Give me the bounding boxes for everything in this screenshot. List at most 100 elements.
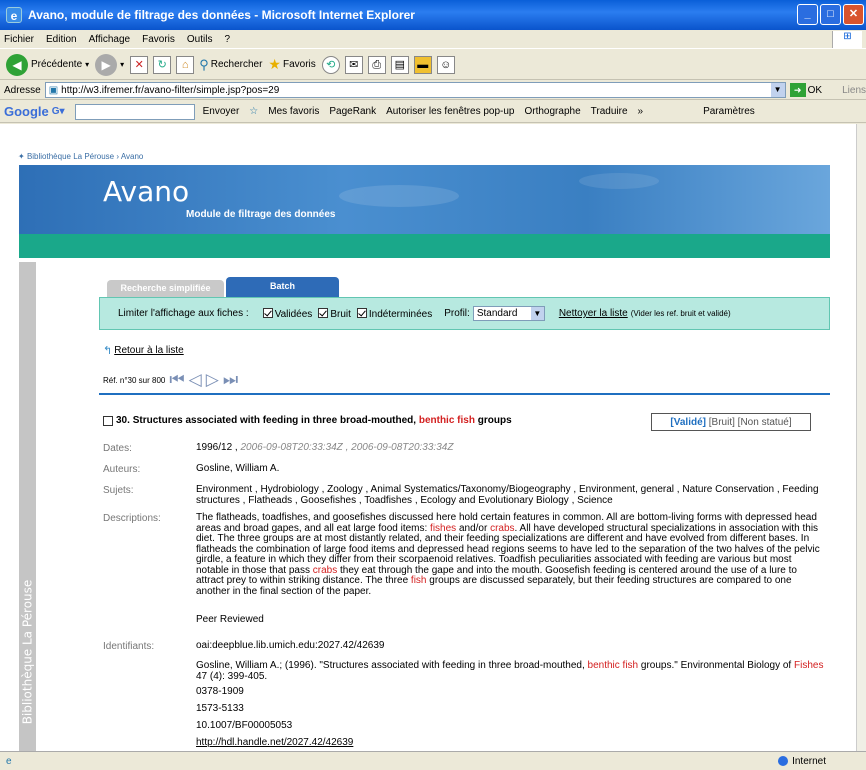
page-content: ✦ Bibliothèque La Pérouse › Avano Avano … [0, 124, 856, 751]
google-send-button[interactable]: Envoyer [203, 106, 240, 117]
google-g-icon[interactable]: G▾ [52, 106, 65, 117]
window-titlebar: e Avano, module de filtrage des données … [0, 0, 866, 30]
back-to-list[interactable]: ↰ Retour à la liste [103, 344, 184, 357]
citation-text: groups." Environmental Biology of [640, 660, 792, 671]
minimize-button[interactable]: _ [797, 4, 818, 25]
back-dropdown-icon[interactable]: ▾ [85, 60, 89, 69]
search-button[interactable]: ⚲ Rechercher [199, 57, 262, 73]
close-button[interactable]: ✕ [843, 4, 864, 25]
banner-decoration [579, 173, 659, 189]
folder-icon[interactable]: ▬ [413, 55, 432, 74]
status-none-link[interactable]: [Non statué] [738, 417, 792, 428]
mail-icon[interactable]: ✉ [344, 55, 363, 74]
banner-green-bar [19, 234, 830, 258]
filter-label: Limiter l'affichage aux fiches : [118, 308, 249, 319]
tab-batch[interactable]: Batch [226, 277, 339, 297]
filter-bruit[interactable]: Bruit [318, 307, 351, 320]
print-icon[interactable]: ⎙ [367, 55, 386, 74]
first-record-icon[interactable]: ⏮ [169, 370, 184, 390]
pagerank-button[interactable]: PageRank [329, 106, 376, 117]
clean-list-link[interactable]: Nettoyer la liste [559, 308, 628, 319]
previous-record-icon[interactable]: ◁ [189, 370, 202, 390]
zone-label: Internet [792, 755, 826, 767]
search-icon: ⚲ [199, 56, 209, 72]
checkbox-checked-icon[interactable] [262, 307, 273, 318]
breadcrumb-separator-icon: › [116, 152, 120, 161]
profil-select[interactable]: Standard ▼ [472, 306, 545, 321]
menu-affichage[interactable]: Affichage [89, 34, 131, 45]
chevron-right-icon[interactable]: » [638, 106, 644, 117]
subjects-label: Sujets: [103, 485, 134, 496]
breadcrumb-library[interactable]: Bibliothèque La Pérouse [27, 152, 114, 161]
next-record-icon[interactable]: ▷ [206, 370, 219, 390]
settings-button[interactable]: Paramètres [703, 106, 755, 117]
vertical-scrollbar[interactable] [856, 124, 866, 751]
back-label: Précédente [31, 59, 83, 70]
tab-simple-search[interactable]: Recherche simplifiée [107, 280, 224, 297]
google-logo[interactable]: Google [4, 104, 49, 119]
citation: Gosline, William A.; (1996). "Structures… [196, 660, 827, 682]
record-checkbox[interactable] [103, 415, 113, 426]
filter-validees-label: Validées [274, 308, 313, 320]
links-label[interactable]: Liens [842, 85, 866, 96]
checkbox-checked-icon[interactable] [356, 307, 367, 318]
spellcheck-button[interactable]: Orthographe [524, 106, 580, 117]
record-title-highlight: benthic fish [418, 415, 475, 426]
address-label: Adresse [4, 84, 41, 96]
google-bookmarks-button[interactable]: Mes favoris [268, 106, 319, 117]
desc-highlight: fish [410, 575, 427, 586]
menu-edition[interactable]: Edition [46, 34, 77, 45]
divider [99, 393, 830, 395]
dates-extra: 2006-09-08T20:33:34Z , 2006-09-08T20:33:… [240, 442, 454, 453]
popup-blocker-button[interactable]: Autoriser les fenêtres pop-up [386, 106, 514, 117]
banner-decoration [339, 185, 459, 207]
forward-dropdown-icon[interactable]: ▾ [120, 60, 124, 69]
maximize-button[interactable]: □ [820, 4, 841, 25]
stop-icon[interactable]: ✕ [130, 55, 149, 74]
filter-indeterminees[interactable]: Indéterminées [356, 307, 432, 320]
refresh-icon[interactable]: ↻ [153, 55, 172, 74]
banner-subtitle: Module de filtrage des données [186, 209, 336, 220]
left-side-bar: Bibliothèque La Pérouse [19, 262, 36, 751]
history-icon[interactable]: ⟲ [321, 55, 340, 74]
google-search-input[interactable] [74, 103, 195, 120]
authors-value: Gosline, William A. [196, 463, 280, 474]
status-bar: e Internet [0, 751, 866, 770]
favorites-button[interactable]: ★ Favoris [268, 56, 315, 73]
menu-favoris[interactable]: Favoris [142, 34, 175, 45]
breadcrumb-avano[interactable]: Avano [121, 152, 144, 161]
star-icon[interactable]: ☆ [249, 106, 258, 117]
status-box: [Validé] [Bruit] [Non statué] [651, 413, 811, 431]
filter-bruit-label: Bruit [330, 308, 351, 320]
handle-link[interactable]: http://hdl.handle.net/2027.42/42639 [196, 737, 827, 749]
go-button[interactable]: ➜ OK [789, 83, 822, 97]
issn-print: 0378-1909 [196, 686, 244, 697]
translate-button[interactable]: Traduire [591, 106, 628, 117]
profil-value: Standard [476, 308, 518, 319]
checkbox-checked-icon[interactable] [318, 307, 329, 318]
back-to-list-link[interactable]: Retour à la liste [114, 345, 183, 356]
page-status-icon: e [6, 755, 12, 767]
citation-text: 47 (4): 399-405. [196, 670, 268, 682]
google-toolbar: Google G▾ Envoyer ☆ Mes favoris PageRank… [0, 101, 866, 123]
home-icon[interactable]: ⌂ [176, 55, 195, 74]
status-valid-link[interactable]: [Validé] [670, 417, 706, 428]
edit-icon[interactable]: ▤ [390, 55, 409, 74]
library-icon: ✦ [18, 152, 25, 161]
last-record-icon[interactable]: ⏭ [223, 370, 238, 390]
forward-button[interactable]: ▶ ▾ [95, 53, 124, 76]
back-button[interactable]: ◀ Précédente ▾ [6, 53, 89, 76]
desc-highlight: crabs [490, 522, 515, 534]
desc-text: and/or [458, 522, 488, 534]
search-label: Rechercher [210, 59, 263, 70]
globe-icon [778, 756, 789, 766]
filter-validees[interactable]: Validées [262, 307, 313, 320]
address-dropdown-icon[interactable]: ▼ [770, 83, 785, 97]
windows-logo-icon: ⊞ [832, 30, 862, 48]
address-input[interactable]: ▣ http://w3.ifremer.fr/avano-filter/simp… [44, 82, 786, 98]
menu-help[interactable]: ? [224, 34, 230, 45]
menu-outils[interactable]: Outils [187, 34, 213, 45]
menu-fichier[interactable]: Fichier [4, 34, 34, 45]
messenger-icon[interactable]: ☺ [436, 55, 455, 74]
status-noise-link[interactable]: [Bruit] [709, 417, 735, 428]
